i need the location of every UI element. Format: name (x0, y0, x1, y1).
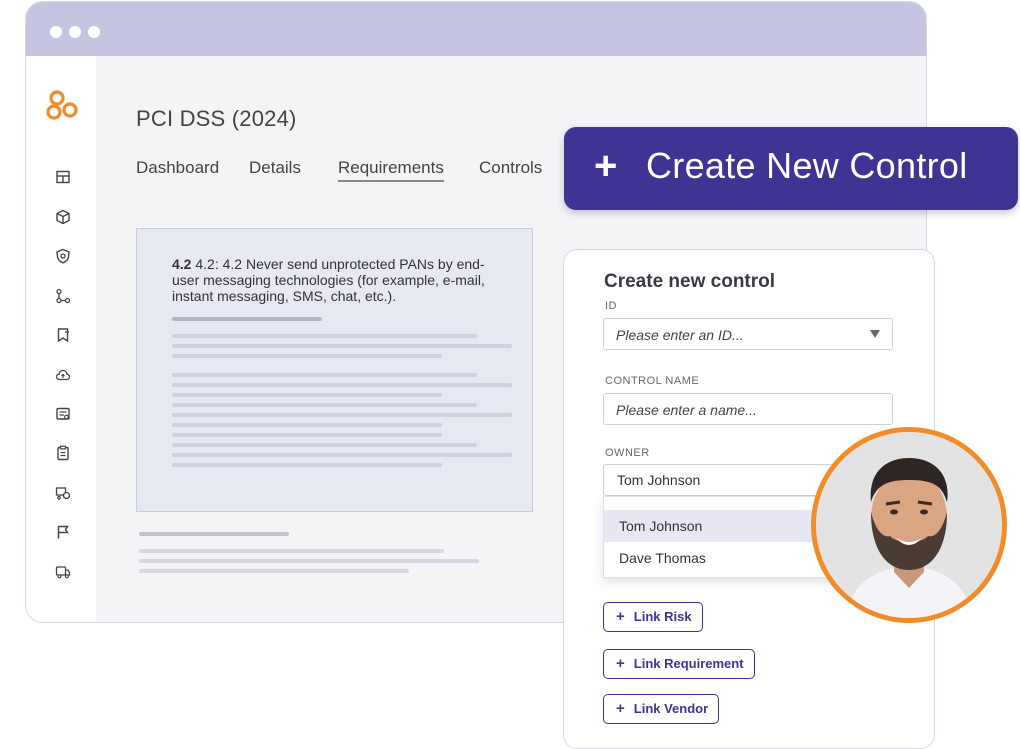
text-placeholder-line (172, 453, 512, 457)
clipboard-icon[interactable] (55, 445, 71, 461)
logo-icon[interactable] (46, 90, 80, 124)
text-placeholder-line (172, 463, 442, 467)
dashboard-icon[interactable] (55, 169, 71, 185)
bookmark-icon[interactable] (55, 327, 71, 343)
truck-icon[interactable] (55, 564, 71, 580)
window-dot-icon[interactable] (50, 26, 62, 38)
text-placeholder-line (172, 393, 442, 397)
workflow-icon[interactable] (55, 288, 71, 304)
vendor-icon[interactable] (55, 485, 71, 501)
window-dot-icon[interactable] (88, 26, 100, 38)
owner-value: Tom Johnson (617, 472, 701, 488)
package-icon[interactable] (55, 209, 71, 225)
tab-details[interactable]: Details (249, 158, 301, 178)
requirement-description: 4.2: 4.2 Never send unprotected PANs by … (172, 256, 485, 304)
text-placeholder-line (172, 443, 477, 447)
create-new-control-button[interactable]: + Create New Control (564, 127, 1018, 210)
page-title: PCI DSS (2024) (136, 106, 297, 131)
control-name-label: CONTROL NAME (605, 375, 700, 387)
caret-down-icon[interactable] (870, 330, 880, 338)
link-requirement-button[interactable]: + Link Requirement (603, 649, 755, 679)
requirement-text: 4.2 4.2: 4.2 Never send unprotected PANs… (172, 256, 502, 304)
id-select[interactable]: Please enter an ID... (603, 318, 893, 350)
shield-icon[interactable] (55, 248, 71, 264)
text-placeholder-line (172, 334, 477, 338)
text-placeholder-line (172, 413, 512, 417)
report-icon[interactable] (55, 406, 71, 422)
control-name-input[interactable]: Please enter a name... (603, 393, 893, 425)
banner-label: Create New Control (646, 145, 968, 186)
link-vendor-label: Link Vendor (633, 701, 709, 716)
requirement-card: 4.2 4.2: 4.2 Never send unprotected PANs… (136, 228, 533, 512)
text-placeholder-line (139, 559, 479, 563)
link-requirement-label: Link Requirement (633, 656, 744, 671)
text-placeholder-line (172, 344, 512, 348)
link-risk-button[interactable]: + Link Risk (603, 602, 703, 632)
requirement-number: 4.2 (172, 256, 192, 272)
text-placeholder-line (139, 549, 444, 553)
user-avatar (811, 427, 1007, 623)
tab-dashboard[interactable]: Dashboard (136, 158, 219, 178)
text-placeholder-line (172, 433, 442, 437)
link-vendor-button[interactable]: + Link Vendor (603, 694, 720, 724)
id-placeholder: Please enter an ID... (616, 327, 744, 343)
plus-icon: + (616, 608, 625, 625)
sidebar (26, 56, 96, 622)
owner-label: OWNER (605, 447, 650, 459)
text-placeholder-line (172, 317, 322, 321)
window-dot-icon[interactable] (69, 26, 81, 38)
window-titlebar (26, 2, 926, 56)
owner-select[interactable]: Tom Johnson (603, 464, 853, 496)
panel-title: Create new control (604, 271, 776, 292)
text-placeholder-line (172, 373, 477, 377)
text-placeholder-line (139, 532, 289, 536)
cloud-upload-icon[interactable] (55, 367, 71, 383)
tab-requirements[interactable]: Requirements (338, 158, 444, 182)
text-placeholder-line (172, 423, 442, 427)
plus-icon: + (616, 655, 625, 672)
text-placeholder-line (172, 354, 442, 358)
text-placeholder-line (172, 383, 512, 387)
text-placeholder-line (139, 569, 409, 573)
plus-icon: + (616, 700, 625, 717)
text-placeholder-line (172, 403, 477, 407)
plus-icon: + (594, 144, 618, 188)
tab-controls[interactable]: Controls (479, 158, 542, 178)
flag-icon[interactable] (55, 524, 71, 540)
id-label: ID (605, 300, 617, 312)
link-risk-label: Link Risk (633, 609, 692, 624)
control-name-placeholder: Please enter a name... (616, 402, 757, 418)
